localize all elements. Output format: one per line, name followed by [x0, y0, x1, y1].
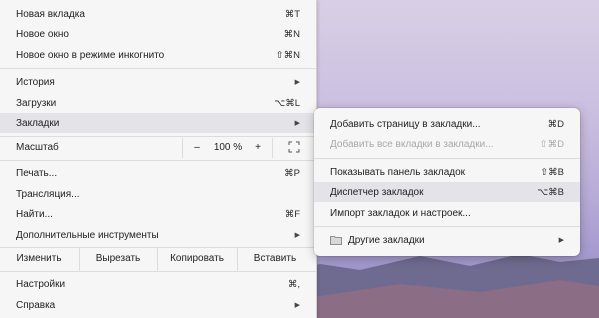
- cut-button[interactable]: Вырезать: [80, 247, 156, 271]
- menu-item-label: Дополнительные инструменты: [16, 229, 159, 241]
- menu-item-label: Настройки: [16, 278, 66, 290]
- shortcut-label: ⌘N: [283, 28, 300, 40]
- menu-item-more-tools[interactable]: Дополнительные инструменты ▶: [0, 225, 316, 245]
- separator: [0, 160, 316, 161]
- menu-item-history[interactable]: История ▶: [0, 72, 316, 92]
- menu-item-cast[interactable]: Трансляция...: [0, 184, 316, 204]
- separator: [314, 158, 580, 159]
- submenu-item-import[interactable]: Импорт закладок и настроек...: [314, 203, 580, 223]
- chevron-right-icon: ▶: [294, 79, 300, 86]
- separator: [0, 68, 316, 69]
- menu-item-help[interactable]: Справка ▶: [0, 295, 316, 315]
- menu-item-bookmarks[interactable]: Закладки ▶: [0, 113, 316, 133]
- shortcut-label: ⌘,: [287, 278, 300, 290]
- zoom-out-button[interactable]: –: [186, 138, 208, 158]
- copy-button[interactable]: Копировать: [158, 247, 236, 271]
- zoom-in-button[interactable]: +: [248, 138, 268, 158]
- menu-item-find[interactable]: Найти... ⌘F: [0, 204, 316, 224]
- paste-button[interactable]: Вставить: [238, 247, 312, 271]
- shortcut-label: ⇧⌘N: [275, 49, 300, 61]
- fullscreen-icon: [288, 141, 300, 153]
- menu-item-label: Справка: [16, 299, 56, 311]
- shortcut-label: ⌘F: [284, 208, 300, 220]
- zoom-row: Масштаб – 100 % +: [0, 138, 316, 158]
- submenu-item-add-page[interactable]: Добавить страницу в закладки... ⌘D: [314, 114, 580, 134]
- menu-item-label: Новая вкладка: [16, 8, 85, 20]
- menu-item-label: Загрузки: [16, 97, 57, 109]
- zoom-value: 100 %: [213, 142, 243, 153]
- submenu-item-bookmark-manager[interactable]: Диспетчер закладок ⌥⌘B: [314, 182, 580, 202]
- menu-item-label: Диспетчер закладок: [330, 186, 424, 198]
- shortcut-label: ⌘T: [284, 8, 300, 20]
- menu-item-new-tab[interactable]: Новая вкладка ⌘T: [0, 4, 316, 24]
- menu-item-print[interactable]: Печать... ⌘P: [0, 163, 316, 183]
- shortcut-label: ⌘P: [284, 167, 300, 179]
- shortcut-label: ⌥⌘L: [274, 97, 300, 109]
- menu-item-downloads[interactable]: Загрузки ⌥⌘L: [0, 93, 316, 113]
- edit-row: Изменить Вырезать Копировать Вставить: [0, 247, 316, 271]
- separator: [0, 136, 316, 137]
- menu-item-label: Добавить страницу в закладки...: [330, 118, 481, 130]
- menu-item-label: Импорт закладок и настроек...: [330, 207, 471, 219]
- shortcut-label: ⌘D: [547, 118, 564, 130]
- chevron-right-icon: ▶: [294, 232, 300, 239]
- fullscreen-button[interactable]: [276, 138, 312, 158]
- menu-item-label: Другие закладки: [348, 234, 425, 246]
- chevron-right-icon: ▶: [558, 237, 564, 244]
- shortcut-label: ⇧⌘B: [540, 166, 564, 178]
- menu-item-label: Новое окно в режиме инкогнито: [16, 49, 165, 61]
- chevron-right-icon: ▶: [294, 120, 300, 127]
- shortcut-label: ⌥⌘B: [537, 186, 564, 198]
- menu-item-label: Печать...: [16, 167, 58, 179]
- menu-item-label: Найти...: [16, 208, 53, 220]
- browser-main-menu: Новая вкладка ⌘T Новое окно ⌘N Новое окн…: [0, 0, 317, 318]
- menu-item-label: Показывать панель закладок: [330, 166, 466, 178]
- menu-item-label: Трансляция...: [16, 188, 80, 200]
- menu-item-label: История: [16, 76, 55, 88]
- menu-item-label: Новое окно: [16, 28, 69, 40]
- divider: [272, 138, 273, 158]
- submenu-item-show-bookmarks-bar[interactable]: Показывать панель закладок ⇧⌘B: [314, 162, 580, 182]
- submenu-item-add-all-tabs: Добавить все вкладки в закладки... ⇧⌘D: [314, 134, 580, 154]
- divider: [182, 138, 183, 158]
- zoom-label: Масштаб: [16, 142, 59, 153]
- shortcut-label: ⇧⌘D: [539, 138, 564, 150]
- menu-item-incognito[interactable]: Новое окно в режиме инкогнито ⇧⌘N: [0, 45, 316, 65]
- menu-item-new-window[interactable]: Новое окно ⌘N: [0, 24, 316, 44]
- chevron-right-icon: ▶: [294, 302, 300, 309]
- separator: [314, 226, 580, 227]
- submenu-item-other-bookmarks[interactable]: Другие закладки ▶: [314, 230, 580, 250]
- menu-item-settings[interactable]: Настройки ⌘,: [0, 274, 316, 294]
- bookmarks-submenu: Добавить страницу в закладки... ⌘D Добав…: [314, 108, 580, 256]
- separator: [0, 271, 316, 272]
- edit-label: Изменить: [16, 253, 62, 264]
- menu-item-label: Закладки: [16, 117, 60, 129]
- menu-item-label: Добавить все вкладки в закладки...: [330, 138, 494, 150]
- folder-icon: [330, 235, 342, 245]
